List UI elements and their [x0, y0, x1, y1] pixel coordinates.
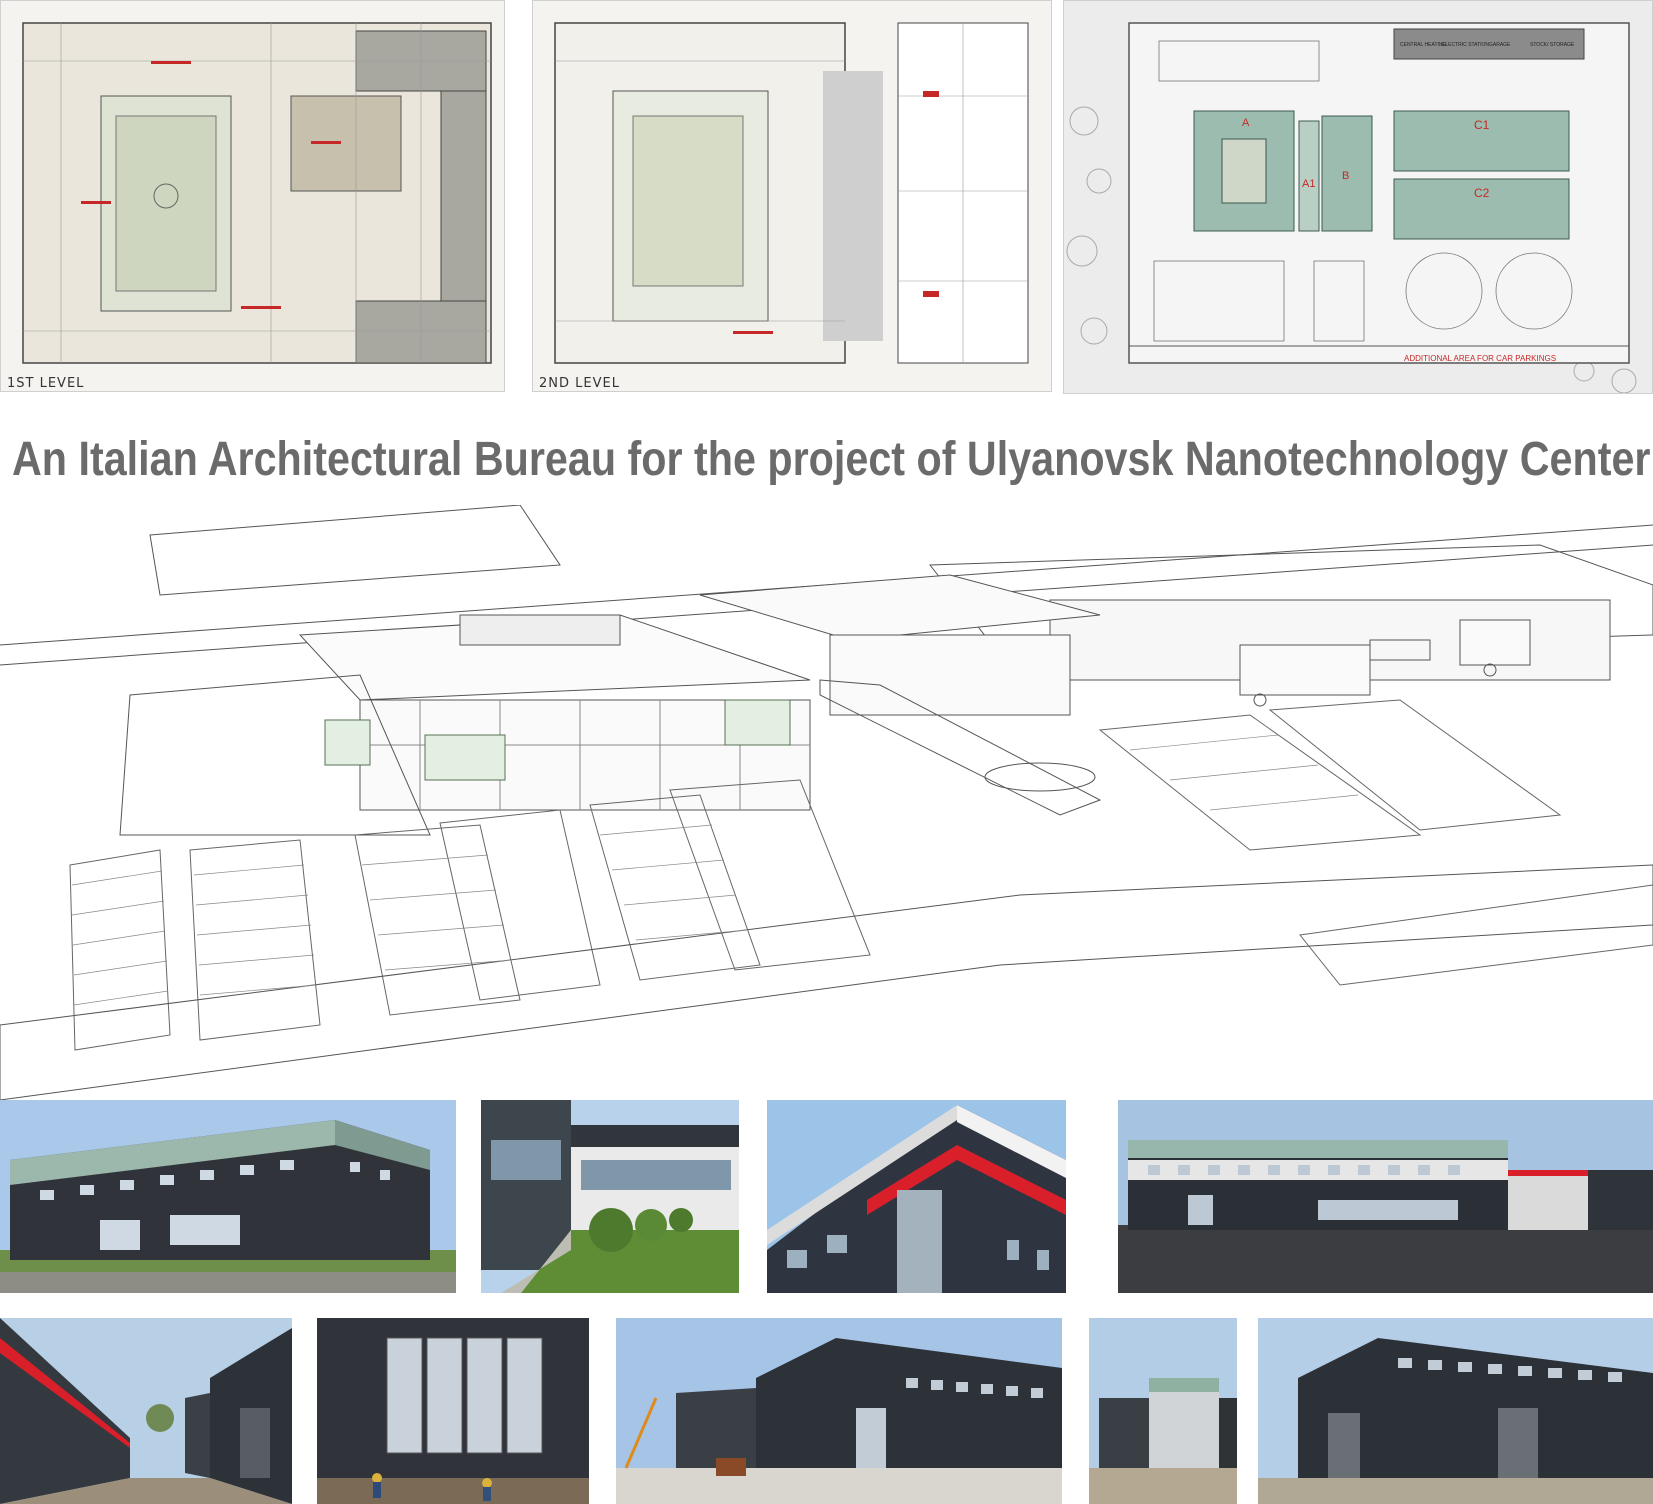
second-level-label: 2ND LEVEL: [539, 376, 620, 391]
photo-office-building-exterior: [0, 1100, 456, 1293]
first-level-label: 1ST LEVEL: [7, 376, 85, 391]
photo-courtyard-with-trees: [481, 1100, 739, 1293]
second-level-drawing: [554, 22, 1029, 364]
photo-warehouse-with-crane: [616, 1318, 1062, 1504]
first-level-floor-plan: 1ST LEVEL: [0, 0, 505, 392]
photo-4-graphic: [1118, 1100, 1653, 1293]
photo-7-graphic: [616, 1318, 1062, 1504]
site-label-service-3: STOCK/ STORAGE: [1530, 42, 1575, 48]
site-plan-drawing: A A1 B C1 C2 ADDITIONAL AREA FOR CAR PAR…: [1066, 22, 1637, 393]
perspective-sketch: [0, 505, 1653, 1100]
photo-2-graphic: [481, 1100, 739, 1293]
perspective-line-drawing: [0, 505, 1653, 1100]
photo-9-graphic: [1258, 1318, 1653, 1504]
page-title: An Italian Architectural Bureau for the …: [12, 433, 1651, 486]
photo-construction-site-distance: [1089, 1318, 1237, 1504]
site-label-b: B: [1342, 170, 1349, 182]
second-level-floor-plan: 2ND LEVEL: [532, 0, 1052, 392]
site-label-service-0: CENTRAL HEATING: [1400, 42, 1447, 48]
site-label-service-2: GARAGE: [1489, 42, 1511, 48]
photo-5-graphic: [0, 1318, 292, 1504]
site-label-a1: A1: [1302, 178, 1315, 190]
site-label-additional-area: ADDITIONAL AREA FOR CAR PARKINGS: [1404, 354, 1556, 363]
site-label-c2: C2: [1474, 186, 1490, 200]
photo-corner-red-stripe: [767, 1100, 1066, 1293]
photo-alley-between-buildings: [0, 1318, 292, 1504]
site-plan: A A1 B C1 C2 ADDITIONAL AREA FOR CAR PAR…: [1063, 0, 1653, 394]
site-label-a: A: [1242, 117, 1250, 129]
photo-6-graphic: [317, 1318, 589, 1504]
photo-3-graphic: [767, 1100, 1066, 1293]
site-label-service-1: ELECTRIC STATION: [1442, 42, 1489, 48]
photo-warehouse-facade: [1258, 1318, 1653, 1504]
first-level-drawing: [22, 22, 492, 364]
photo-dark-facade-with-workers: [317, 1318, 589, 1504]
photo-building-with-parking: [1118, 1100, 1653, 1293]
photo-8-graphic: [1089, 1318, 1237, 1504]
photo-1-graphic: [0, 1100, 456, 1293]
site-label-c1: C1: [1474, 118, 1490, 132]
